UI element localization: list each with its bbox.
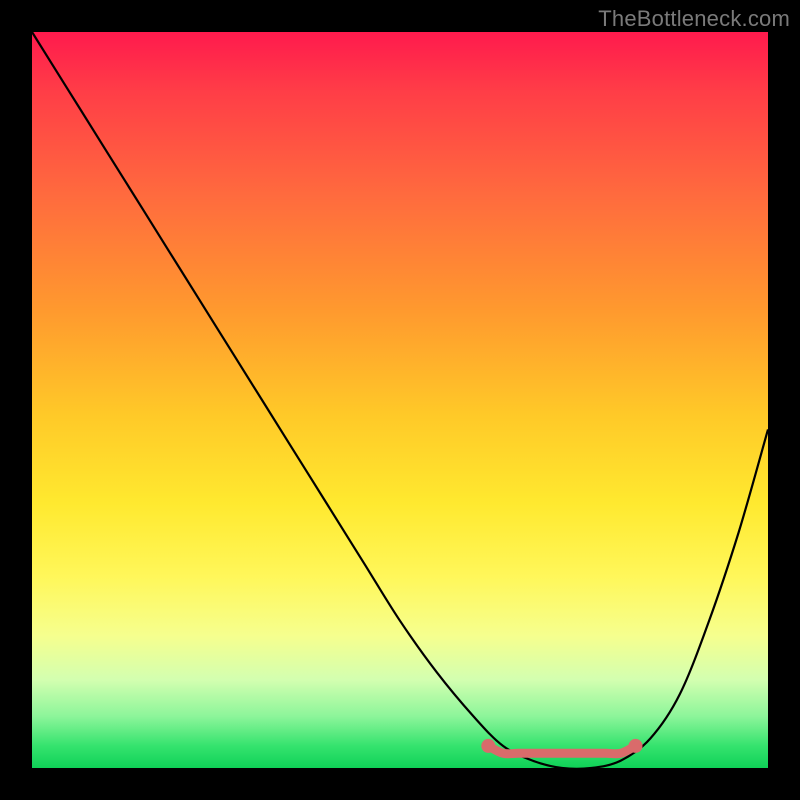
optimal-dot-left (481, 739, 495, 753)
optimal-dot-right (629, 739, 643, 753)
chart-frame: TheBottleneck.com (0, 0, 800, 800)
plot-area (32, 32, 768, 768)
watermark-text: TheBottleneck.com (598, 6, 790, 32)
optimal-flat-path (488, 746, 635, 754)
bottleneck-curve-path (32, 32, 768, 769)
curve-svg (32, 32, 768, 768)
